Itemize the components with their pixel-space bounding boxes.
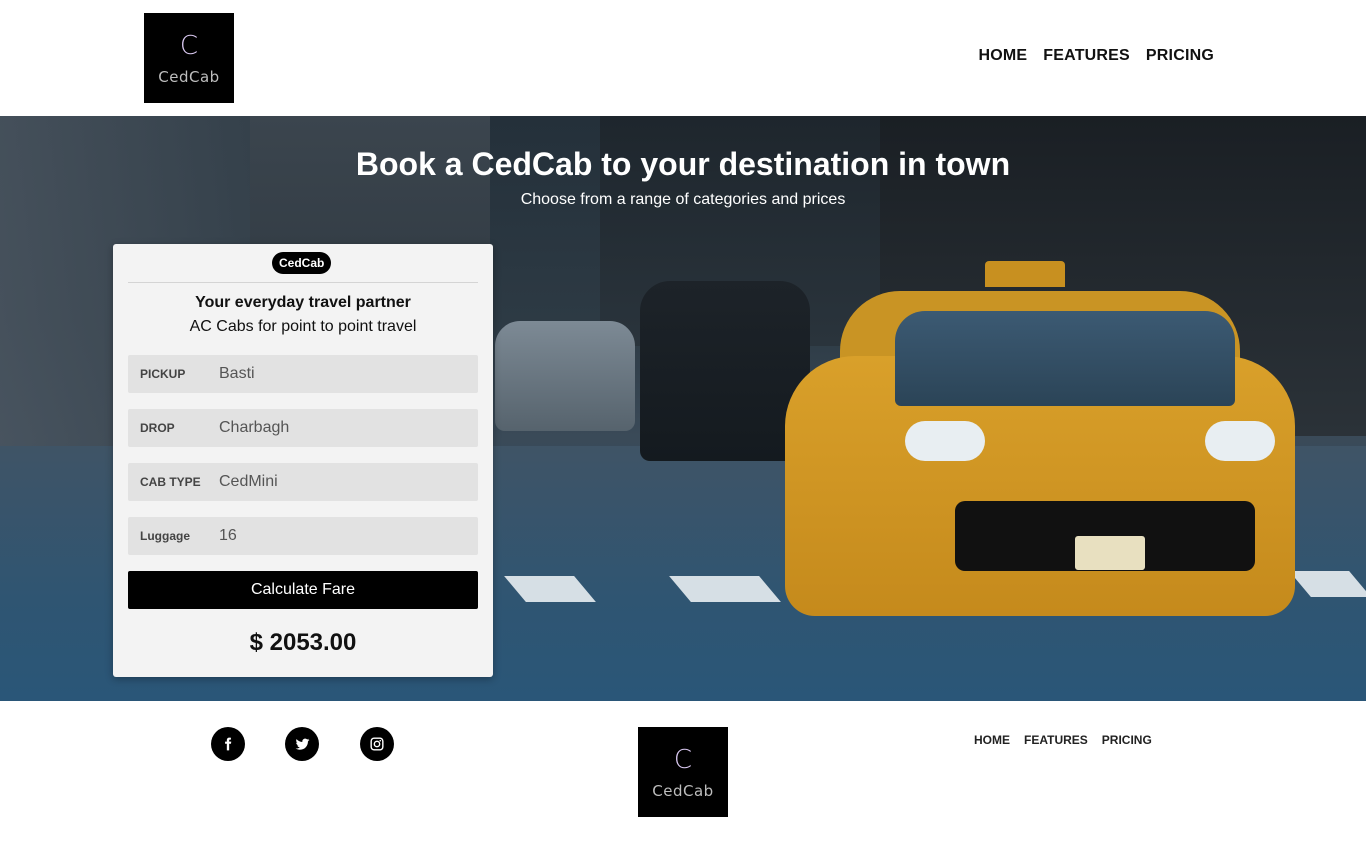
- taxi-headlight: [905, 421, 985, 461]
- footer-logo[interactable]: C CedCab: [638, 727, 728, 817]
- taxi-headlight: [1205, 421, 1275, 461]
- footer-nav: HOME FEATURES PRICING: [974, 733, 1152, 747]
- logo-letter: C: [179, 31, 199, 61]
- taxi-license-plate: [1075, 536, 1145, 570]
- brand-logo[interactable]: C CedCab: [144, 13, 234, 103]
- facebook-icon: [225, 737, 232, 751]
- instagram-link[interactable]: [360, 727, 394, 761]
- twitter-icon: [295, 738, 309, 750]
- drop-select[interactable]: Charbagh: [219, 419, 289, 437]
- background-car: [495, 321, 635, 431]
- site-footer: C CedCab HOME FEATURES PRICING: [0, 701, 1366, 843]
- cab-type-select[interactable]: CedMini: [219, 473, 278, 491]
- logo-letter: C: [673, 745, 693, 775]
- nav-home-link[interactable]: HOME: [978, 47, 1027, 65]
- pickup-select[interactable]: Basti: [219, 365, 255, 383]
- footer-pricing-link[interactable]: PRICING: [1102, 733, 1152, 747]
- site-header: C CedCab HOME FEATURES PRICING: [0, 0, 1366, 116]
- booking-card: CedCab Your everyday travel partner AC C…: [113, 244, 493, 677]
- footer-features-link[interactable]: FEATURES: [1024, 733, 1088, 747]
- taxi-roof-sign: [985, 261, 1065, 287]
- card-tagline: Your everyday travel partner: [195, 294, 411, 311]
- hero-subtitle: Choose from a range of categories and pr…: [520, 191, 846, 208]
- facebook-link[interactable]: [211, 727, 245, 761]
- logo-word: CedCab: [652, 782, 714, 800]
- nav-pricing-link[interactable]: PRICING: [1146, 47, 1214, 65]
- luggage-field[interactable]: Luggage 16: [128, 517, 478, 555]
- cab-type-label: CAB TYPE: [140, 475, 201, 489]
- drop-label: DROP: [140, 421, 175, 435]
- instagram-icon: [370, 737, 384, 751]
- hero-taxi-image: [785, 261, 1295, 641]
- card-divider: [128, 282, 478, 283]
- drop-field[interactable]: DROP Charbagh: [128, 409, 478, 447]
- pickup-label: PICKUP: [140, 367, 186, 381]
- hero-title: Book a CedCab to your destination in tow…: [355, 146, 1011, 182]
- nav-features-link[interactable]: FEATURES: [1043, 47, 1130, 65]
- fare-result: $ 2053.00: [249, 629, 357, 656]
- logo-word: CedCab: [158, 68, 220, 86]
- main-nav: HOME FEATURES PRICING: [978, 47, 1214, 65]
- footer-home-link[interactable]: HOME: [974, 733, 1010, 747]
- card-tagline-sub: AC Cabs for point to point travel: [189, 318, 417, 335]
- pickup-field[interactable]: PICKUP Basti: [128, 355, 478, 393]
- cab-type-field[interactable]: CAB TYPE CedMini: [128, 463, 478, 501]
- luggage-label: Luggage: [140, 529, 190, 543]
- brand-badge: CedCab: [272, 252, 332, 274]
- calculate-fare-button[interactable]: Calculate Fare: [128, 571, 478, 609]
- luggage-input[interactable]: 16: [219, 527, 237, 545]
- twitter-link[interactable]: [285, 727, 319, 761]
- taxi-windshield: [895, 311, 1235, 406]
